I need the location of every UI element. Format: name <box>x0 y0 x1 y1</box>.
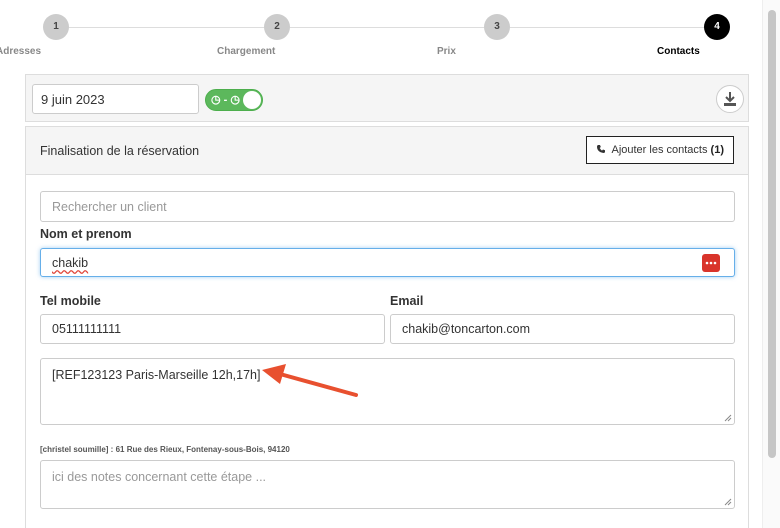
step-number: 4 <box>704 14 730 40</box>
time-window-toggle[interactable]: ◷ - ◷ <box>205 89 263 111</box>
name-label: Nom et prenom <box>40 227 132 241</box>
scroll-thumb[interactable] <box>768 10 776 458</box>
email-label: Email <box>390 294 424 308</box>
panel-title: Finalisation de la réservation <box>40 144 200 158</box>
step-adresses[interactable]: 1 Adresses <box>0 14 116 57</box>
annotation-arrow-icon <box>262 364 358 397</box>
notes-textarea[interactable]: ici des notes concernant cette étape ... <box>40 460 735 509</box>
step-number: 2 <box>264 14 290 40</box>
page-scrollbar[interactable] <box>762 0 780 528</box>
reference-textarea[interactable]: [REF123123 Paris-Marseille 12h,17h] <box>40 358 735 425</box>
mobile-input[interactable]: 05111111111 <box>40 314 385 344</box>
step-number: 3 <box>484 14 510 40</box>
download-button[interactable] <box>716 85 744 113</box>
resize-grip-icon[interactable] <box>724 498 732 506</box>
progress-stepper: 1 Adresses 2 Chargement 3 Prix 4 Contact… <box>0 0 760 68</box>
date-input[interactable] <box>32 84 199 114</box>
add-contacts-button[interactable]: Ajouter les contacts (1) <box>586 136 734 164</box>
step-label: Prix <box>437 46 456 57</box>
resize-grip-icon[interactable] <box>724 414 732 422</box>
mobile-label: Tel mobile <box>40 294 101 308</box>
step-contacts[interactable]: 4 Contacts <box>657 14 777 57</box>
address-line: [christel soumille] : 61 Rue des Rieux, … <box>40 445 290 454</box>
step-prix[interactable]: 3 Prix <box>437 14 557 57</box>
download-icon <box>724 92 736 106</box>
phone-icon <box>597 144 606 153</box>
step-label: Adresses <box>0 46 42 57</box>
password-manager-icon[interactable] <box>702 254 720 272</box>
date-toolbar: ◷ - ◷ <box>25 74 749 122</box>
name-value: chakib <box>52 256 89 270</box>
contacts-count: (1) <box>710 143 724 156</box>
email-input[interactable]: chakib@toncarton.com <box>390 314 735 344</box>
step-label: Chargement <box>217 46 276 57</box>
step-chargement[interactable]: 2 Chargement <box>217 14 337 57</box>
reference-value: [REF123123 Paris-Marseille 12h,17h] <box>52 368 261 382</box>
toggle-knob <box>243 91 261 109</box>
client-search-input[interactable]: Rechercher un client <box>40 191 735 222</box>
step-number: 1 <box>43 14 69 40</box>
notes-placeholder: ici des notes concernant cette étape ... <box>52 470 267 484</box>
toggle-label: ◷ - ◷ <box>211 94 240 106</box>
name-input[interactable]: chakib <box>40 248 735 277</box>
step-label: Contacts <box>657 46 700 57</box>
add-contacts-label: Ajouter les contacts <box>611 143 708 156</box>
stepper-line <box>62 27 720 28</box>
panel-header: Finalisation de la réservation Ajouter l… <box>26 127 748 175</box>
